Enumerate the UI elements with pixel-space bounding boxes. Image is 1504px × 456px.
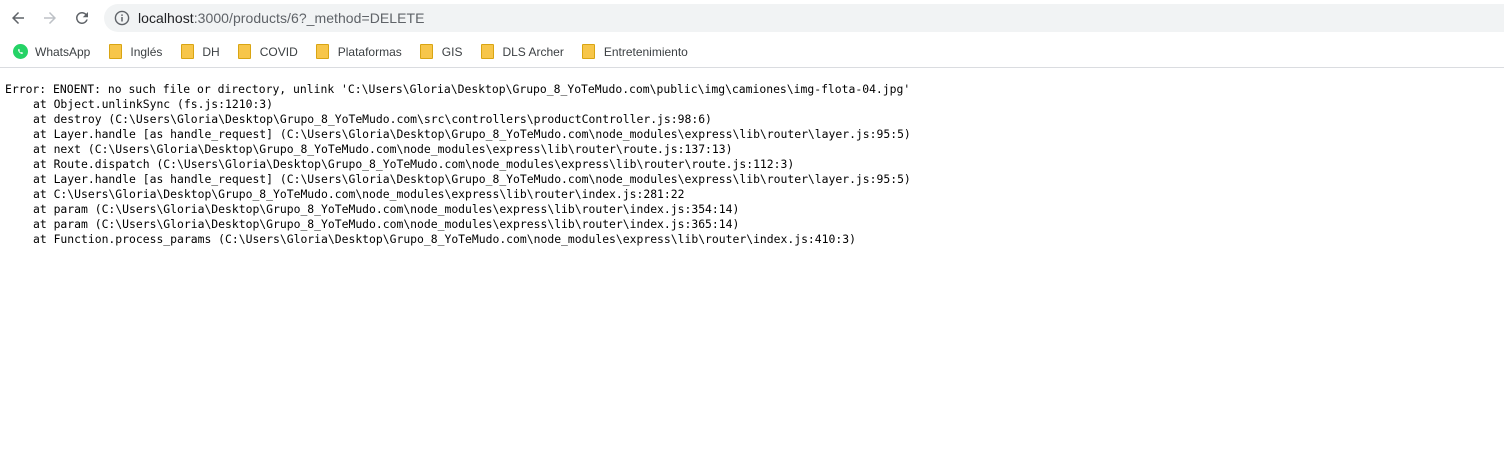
- bookmark-entretenimiento[interactable]: Entretenimiento: [579, 39, 696, 65]
- bookmark-label: WhatsApp: [35, 44, 91, 59]
- stack-trace-line: at param (C:\Users\Gloria\Desktop\Grupo_…: [33, 202, 740, 216]
- error-page: Error: ENOENT: no such file or directory…: [5, 82, 1504, 247]
- stack-trace-line: at Layer.handle [as handle_request] (C:\…: [33, 127, 911, 141]
- folder-icon: [179, 44, 195, 60]
- bookmark-label: Plataformas: [337, 44, 402, 59]
- bookmark-plataformas[interactable]: Plataformas: [313, 39, 410, 65]
- bookmark-label: DLS Archer: [502, 44, 564, 59]
- bookmark-gis[interactable]: GIS: [417, 39, 471, 65]
- folder-icon: [419, 44, 435, 60]
- bookmark-dls-archer[interactable]: DLS Archer: [477, 39, 571, 65]
- whatsapp-icon: [12, 44, 28, 60]
- folder-icon: [581, 44, 597, 60]
- url-path: :3000/products/6?_method=DELETE: [193, 10, 425, 26]
- error-output: Error: ENOENT: no such file or directory…: [5, 82, 1504, 247]
- bookmark-ingles[interactable]: Inglés: [105, 39, 170, 65]
- folder-icon: [479, 44, 495, 60]
- stack-trace-line: at next (C:\Users\Gloria\Desktop\Grupo_8…: [33, 142, 733, 156]
- url-host: localhost: [138, 10, 194, 26]
- url-text[interactable]: localhost:3000/products/6?_method=DELETE: [138, 10, 424, 26]
- bookmark-label: COVID: [259, 44, 298, 59]
- bookmark-label: GIS: [441, 44, 463, 59]
- folder-icon: [315, 44, 331, 60]
- stack-trace-line: at Function.process_params (C:\Users\Glo…: [33, 232, 856, 246]
- address-bar[interactable]: localhost:3000/products/6?_method=DELETE: [104, 4, 1504, 32]
- folder-icon: [107, 44, 123, 60]
- forward-arrow-icon: [44, 12, 56, 24]
- forward-button[interactable]: [36, 4, 64, 32]
- stack-trace-line: at Object.unlinkSync (fs.js:1210:3): [33, 97, 274, 111]
- stack-trace-line: at C:\Users\Gloria\Desktop\Grupo_8_YoTeM…: [33, 187, 685, 201]
- stack-trace-line: at Layer.handle [as handle_request] (C:\…: [33, 172, 911, 186]
- reload-button[interactable]: [68, 4, 96, 32]
- bookmark-covid[interactable]: COVID: [235, 39, 306, 65]
- bookmark-label: Inglés: [130, 44, 163, 59]
- folder-icon: [237, 44, 253, 60]
- bookmark-whatsapp[interactable]: WhatsApp: [10, 39, 98, 65]
- browser-toolbar: localhost:3000/products/6?_method=DELETE: [0, 0, 1504, 36]
- info-icon[interactable]: [114, 10, 130, 26]
- stack-trace-line: at destroy (C:\Users\Gloria\Desktop\Grup…: [33, 112, 712, 126]
- back-arrow-icon: [12, 12, 24, 24]
- bookmark-label: Entretenimiento: [603, 44, 688, 59]
- bookmark-dh[interactable]: DH: [177, 39, 227, 65]
- stack-trace-line: at param (C:\Users\Gloria\Desktop\Grupo_…: [33, 217, 740, 231]
- stack-trace-line: at Route.dispatch (C:\Users\Gloria\Deskt…: [33, 157, 795, 171]
- back-button[interactable]: [4, 4, 32, 32]
- reload-icon: [75, 11, 88, 24]
- bookmarks-bar: WhatsApp Inglés DH COVID Plataformas GIS…: [0, 36, 1504, 68]
- bookmark-label: DH: [202, 44, 220, 59]
- error-message: Error: ENOENT: no such file or directory…: [5, 82, 911, 96]
